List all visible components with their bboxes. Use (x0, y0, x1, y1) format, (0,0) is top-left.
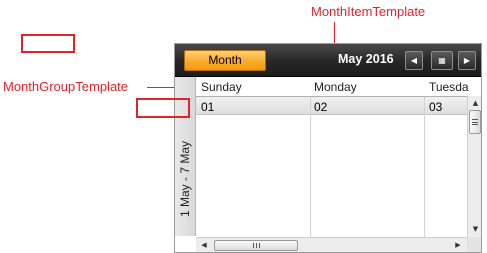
scheduler-toolbar: Month May 2016 ◀ ▦ ▶ (175, 44, 481, 77)
previous-button[interactable]: ◀ (405, 51, 423, 70)
day-number-row (196, 97, 467, 115)
current-date-label: May 2016 (338, 52, 394, 66)
arrow-right-icon[interactable]: ▶ (452, 238, 464, 252)
day-header-tuesday: Tuesda (429, 80, 469, 94)
month-group-template-highlight (21, 34, 75, 53)
month-item-template-highlight (136, 98, 190, 118)
next-button[interactable]: ▶ (458, 51, 476, 70)
month-group-label: 1 May - 7 May (178, 140, 192, 217)
arrow-up-icon[interactable]: ▲ (468, 96, 481, 110)
horizontal-scrollbar[interactable]: ◀ ▶ (196, 237, 467, 252)
month-item-01[interactable]: 01 (201, 100, 214, 114)
today-button[interactable]: ▦ (431, 51, 453, 70)
callout-month-item-template: MonthItemTemplate (311, 4, 426, 19)
month-grid: 01 02 03 (196, 96, 467, 238)
arrow-left-icon[interactable]: ◀ (198, 238, 210, 252)
chevron-right-icon: ▶ (463, 56, 471, 65)
month-item-02[interactable]: 02 (314, 100, 327, 114)
grid-divider (310, 97, 311, 238)
vertical-scroll-thumb[interactable] (469, 110, 481, 134)
horizontal-scroll-thumb[interactable] (214, 240, 298, 251)
calendar-grid-icon: ▦ (438, 56, 446, 65)
scrollbar-corner (467, 237, 481, 252)
vertical-scrollbar[interactable]: ▲ ▼ (467, 96, 481, 237)
scheduler-month-view: Month May 2016 ◀ ▦ ▶ 1 May - 7 May Sunda… (174, 43, 482, 253)
chevron-left-icon: ◀ (410, 56, 418, 65)
arrow-down-icon[interactable]: ▼ (468, 222, 481, 236)
grid-divider (424, 97, 425, 238)
day-header-monday: Monday (314, 80, 357, 94)
grip-icon (253, 243, 260, 248)
callout-month-group-template: MonthGroupTemplate (3, 79, 129, 94)
grip-icon (472, 119, 478, 125)
month-item-03[interactable]: 03 (429, 100, 442, 114)
day-header-sunday: Sunday (201, 80, 242, 94)
month-view-button[interactable]: Month (184, 50, 266, 71)
